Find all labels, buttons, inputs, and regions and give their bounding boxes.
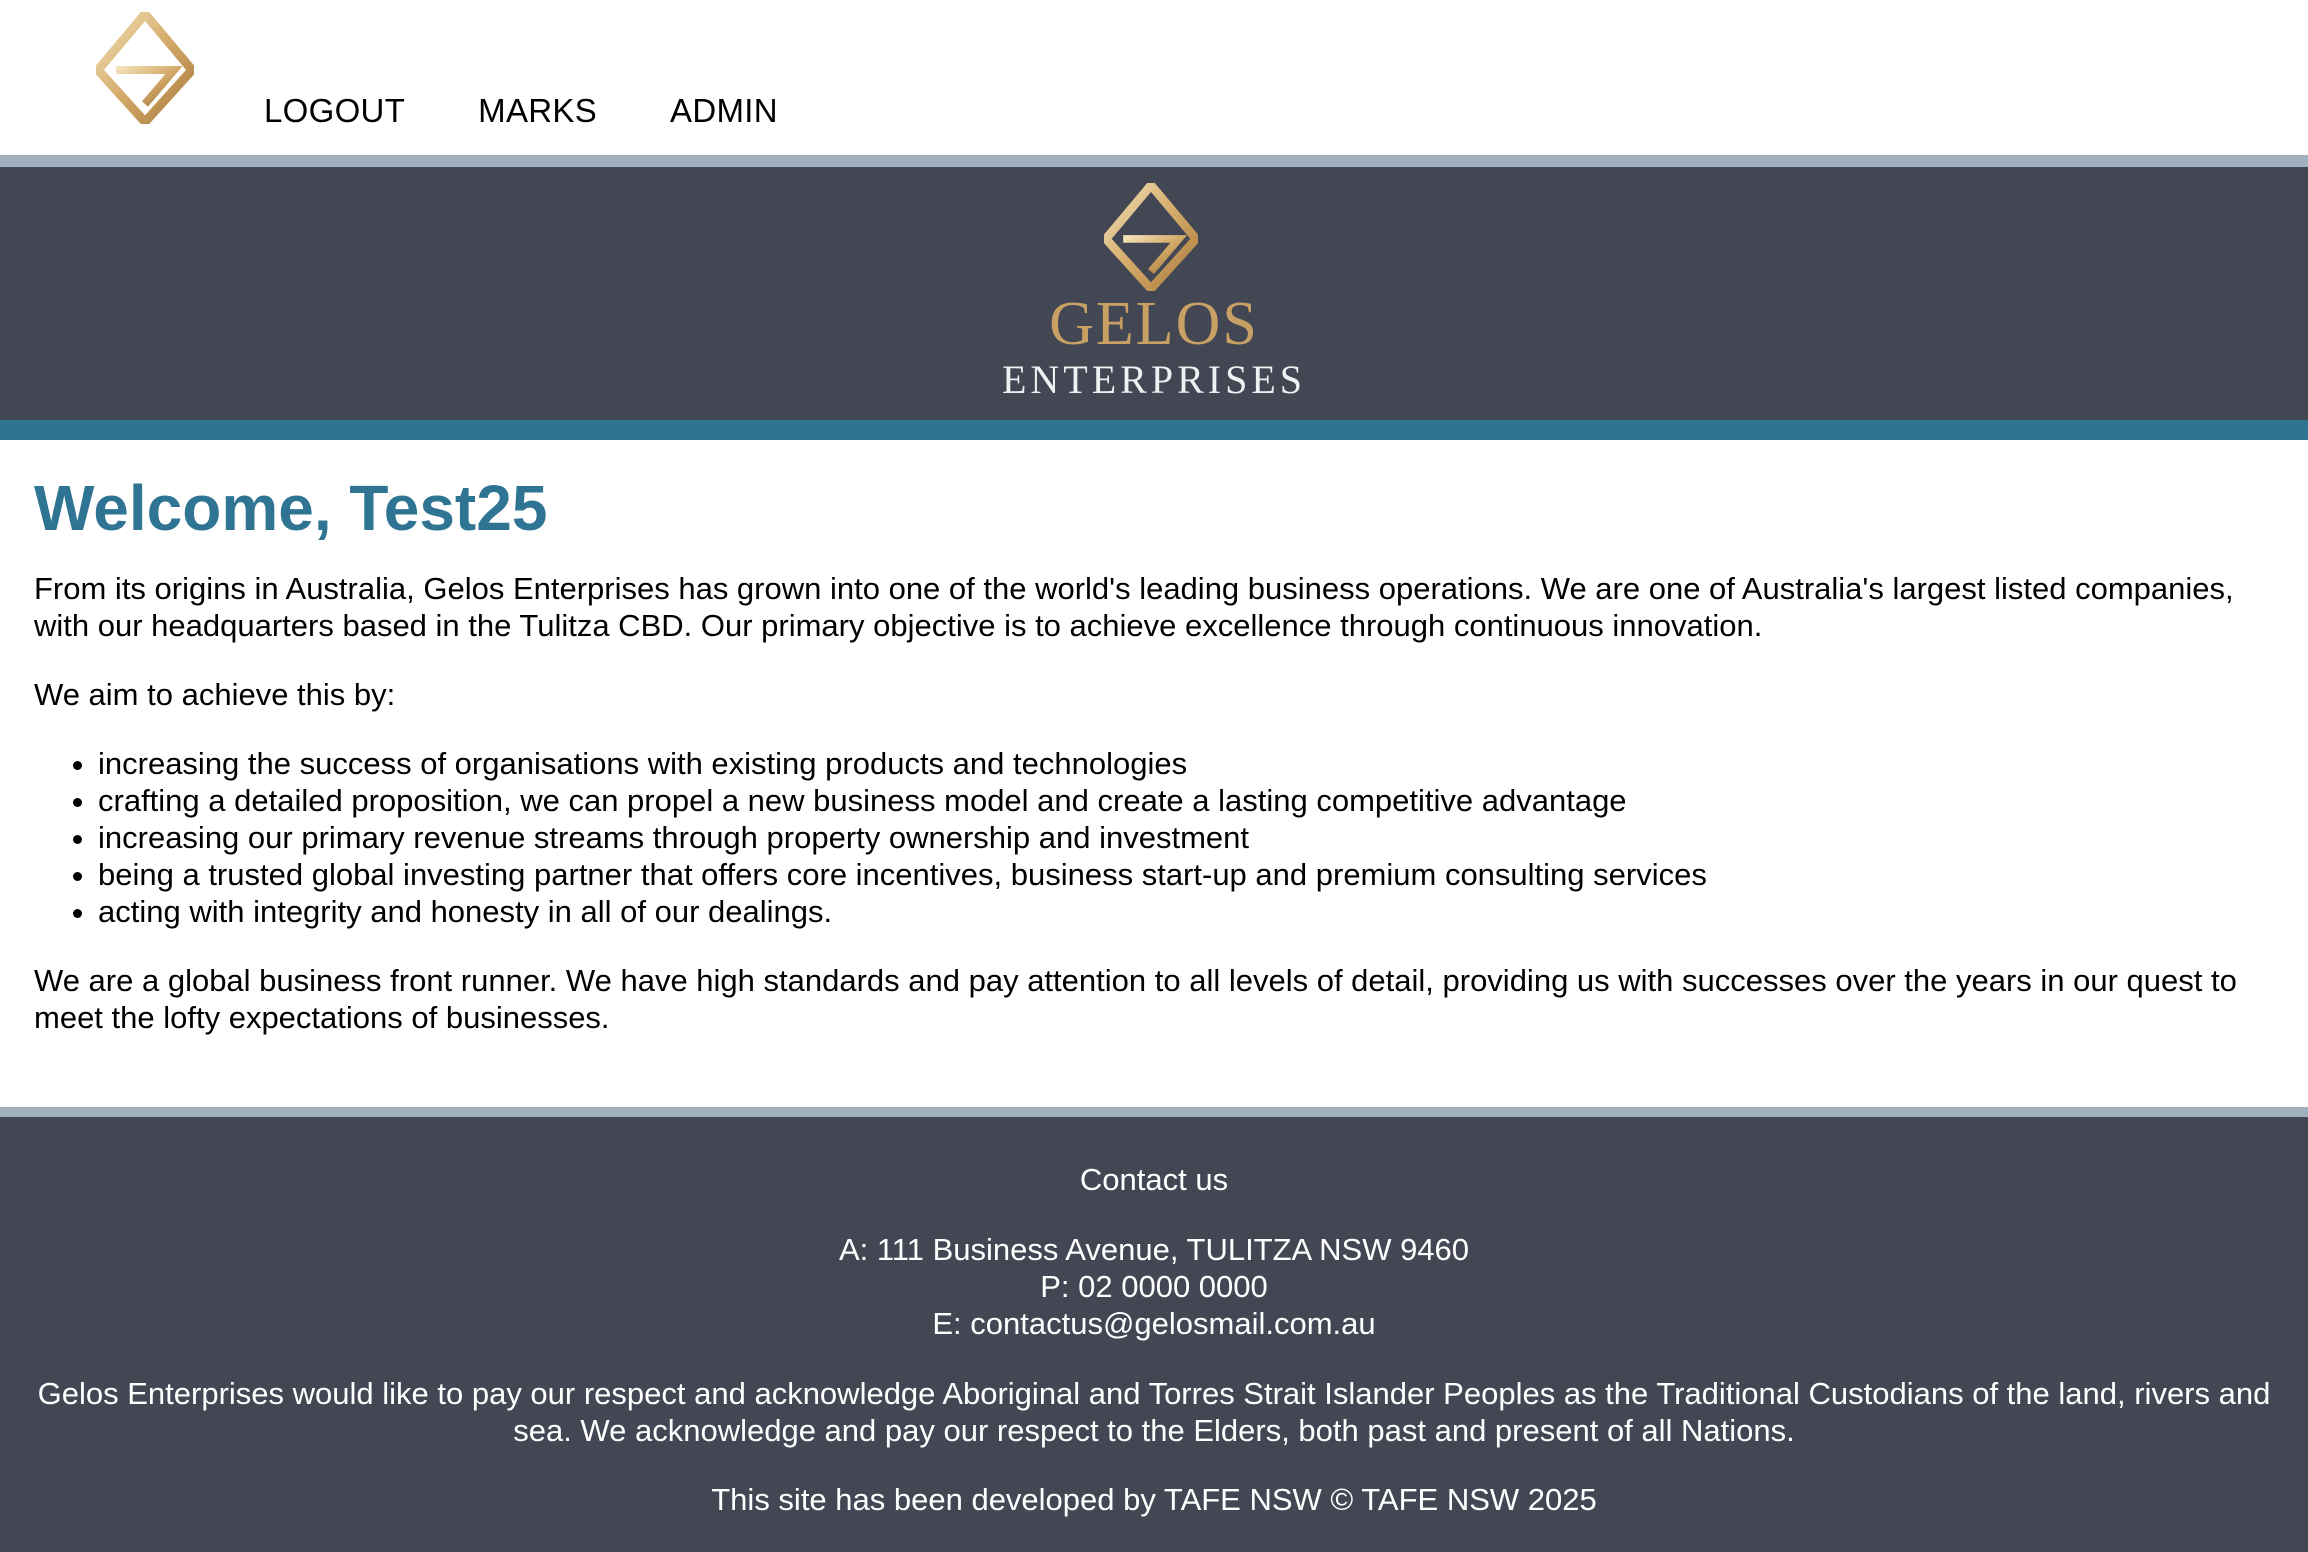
footer-phone: P: 02 0000 0000	[1040, 1269, 1268, 1304]
footer-contact: A: 111 Business Avenue, TULITZA NSW 9460…	[0, 1231, 2308, 1342]
divider-band	[0, 155, 2308, 167]
footer-heading: Contact us	[1079, 1162, 1229, 1197]
footer-email: E: contactus@gelosmail.com.au	[932, 1306, 1376, 1341]
top-nav: LOGOUT MARKS ADMIN	[0, 0, 2308, 155]
brand-subtitle: ENTERPRISES	[1001, 357, 1307, 402]
accent-band	[0, 420, 2308, 440]
list-item: acting with integrity and honesty in all…	[98, 893, 2284, 930]
footer-acknowledgement: Gelos Enterprises would like to pay our …	[37, 1376, 2271, 1448]
nav-logout-link[interactable]: LOGOUT	[264, 88, 405, 134]
brand-banner: GELOS ENTERPRISES	[0, 167, 2308, 420]
nav-marks-link[interactable]: MARKS	[478, 88, 597, 134]
page-title: Welcome, Test25	[34, 472, 548, 544]
footer-address: A: 111 Business Avenue, TULITZA NSW 9460	[838, 1232, 1470, 1267]
list-item: being a trusted global investing partner…	[98, 856, 2284, 893]
footer-credit: This site has been developed by TAFE NSW…	[711, 1482, 1597, 1517]
brand-name: GELOS	[1049, 290, 1259, 358]
nav-links: LOGOUT MARKS ADMIN	[264, 88, 851, 134]
gelos-diamond-logo-icon	[92, 7, 198, 129]
list-item: crafting a detailed proposition, we can …	[98, 782, 2284, 819]
closing-paragraph: We are a global business front runner. W…	[34, 963, 2237, 1035]
footer: Contact us A: 111 Business Avenue, TULIT…	[0, 1117, 2308, 1552]
aims-lead: We aim to achieve this by:	[34, 677, 396, 712]
list-item: increasing the success of organisations …	[98, 745, 2284, 782]
aims-list: increasing the success of organisations …	[34, 745, 2284, 930]
gelos-diamond-logo-icon	[1104, 183, 1198, 291]
divider-band	[0, 1107, 2308, 1117]
intro-paragraph: From its origins in Australia, Gelos Ent…	[34, 571, 2234, 643]
list-item: increasing our primary revenue streams t…	[98, 819, 2284, 856]
nav-admin-link[interactable]: ADMIN	[670, 88, 778, 134]
home-logo-link[interactable]	[92, 7, 198, 129]
main-content: Welcome, Test25 From its origins in Aust…	[34, 470, 2284, 1036]
